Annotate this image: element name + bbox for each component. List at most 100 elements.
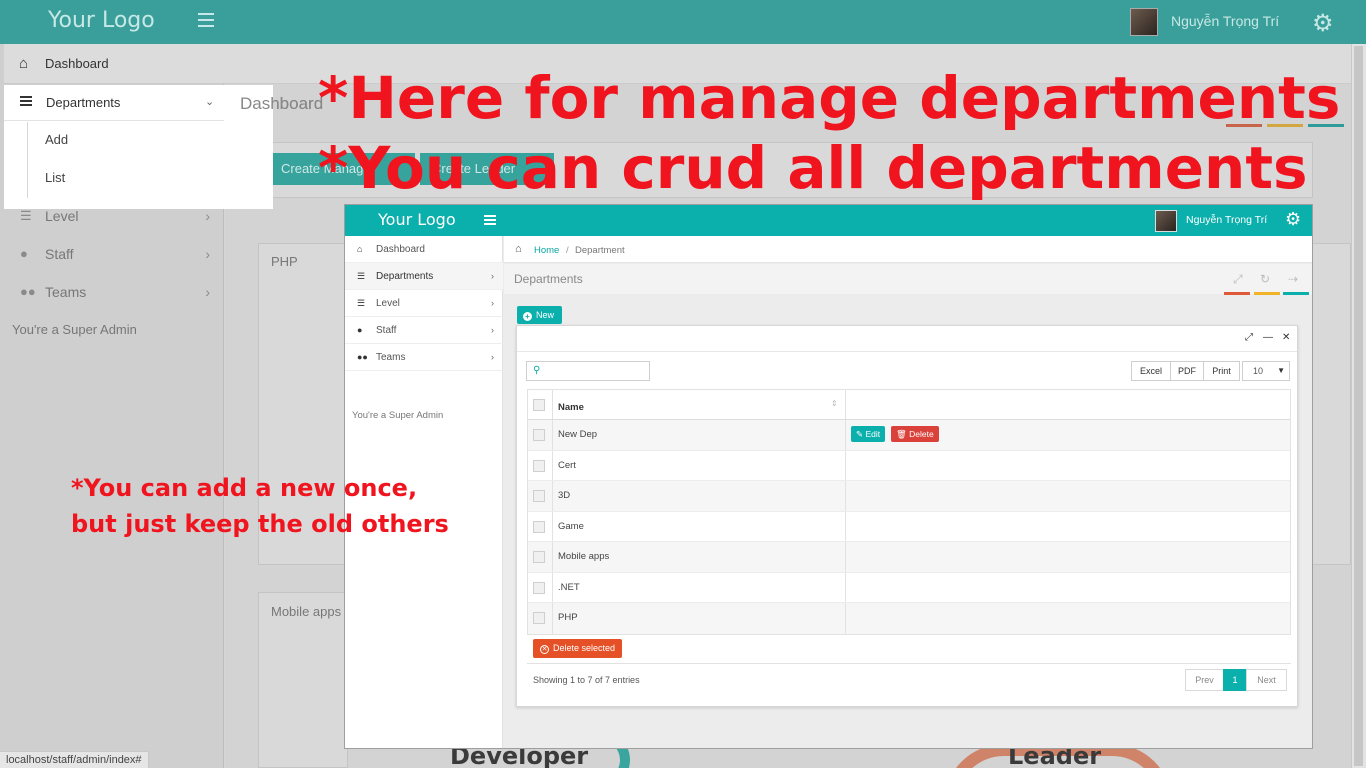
submenu-label: List xyxy=(45,170,66,185)
column-header-name[interactable]: Name xyxy=(558,402,584,413)
sidebar-item-label: Dashboard xyxy=(376,244,425,255)
export-excel-button[interactable]: Excel xyxy=(1131,361,1171,381)
row-checkbox[interactable] xyxy=(533,490,545,502)
pagination-next[interactable]: Next xyxy=(1246,669,1287,691)
sidebar-item-level[interactable]: ☰ Level › xyxy=(345,290,503,317)
expand-icon[interactable]: ⤢ xyxy=(1245,332,1253,343)
table-row[interactable]: Game xyxy=(528,511,1290,542)
column-divider xyxy=(845,481,846,511)
sidebar-item-teams[interactable]: ●● Teams › xyxy=(0,273,224,311)
row-checkbox[interactable] xyxy=(533,520,545,533)
chevron-right-icon: › xyxy=(205,246,210,262)
gear-icon[interactable]: ⚙ xyxy=(1312,9,1334,38)
delete-selected-button[interactable]: ✕ Delete selected xyxy=(533,639,623,658)
chevron-right-icon: › xyxy=(491,271,494,281)
user-icon: ● xyxy=(20,246,28,261)
row-checkbox[interactable] xyxy=(533,612,545,624)
page-size-select[interactable]: 10 ▼ xyxy=(1242,361,1290,381)
search-icon: ⚲ xyxy=(533,365,541,376)
sidebar-item-staff[interactable]: ● Staff › xyxy=(345,317,503,344)
sidebar-item-departments[interactable]: ☰ Departments › xyxy=(345,263,503,290)
annotation-add-new-line2: but just keep the old others xyxy=(71,510,449,538)
pagination-page-1[interactable]: 1 xyxy=(1223,669,1247,691)
table-row[interactable]: 3D xyxy=(528,481,1290,512)
departments-table: Name ⇕ New Dep ✎ Edit 🗑 Delete Cert 3D G… xyxy=(527,389,1291,635)
x-circle-icon: ✕ xyxy=(540,645,549,654)
list-icon: ☰ xyxy=(357,271,366,281)
list-icon xyxy=(20,96,32,106)
row-checkbox[interactable] xyxy=(533,459,545,472)
chevron-right-icon: › xyxy=(205,284,210,300)
entries-info: Showing 1 to 7 of 7 entries xyxy=(533,675,640,685)
color-bar xyxy=(1254,292,1280,295)
pagination-prev[interactable]: Prev xyxy=(1185,669,1224,691)
fullscreen-icon[interactable]: ⤢ xyxy=(1233,272,1243,287)
sidebar-item-dashboard[interactable]: Dashboard xyxy=(45,56,109,71)
bg-topbar: Your Logo Nguyễn Trọng Trí ⚙ xyxy=(0,0,1366,44)
column-divider xyxy=(552,572,553,602)
collapse-icon[interactable]: ⇢ xyxy=(1288,272,1298,286)
role-note: You're a Super Admin xyxy=(12,322,137,337)
table-row[interactable]: Cert xyxy=(528,450,1290,481)
select-all-checkbox[interactable] xyxy=(533,399,545,411)
user-name[interactable]: Nguyễn Trọng Trí xyxy=(1171,13,1279,29)
home-icon: ⌂ xyxy=(19,55,29,72)
bg-logo[interactable]: Your Logo xyxy=(48,8,155,33)
menu-toggle-icon[interactable] xyxy=(198,13,214,27)
sidebar-item-departments[interactable]: Departments ⌄ xyxy=(4,85,224,121)
color-bar xyxy=(1283,292,1309,295)
breadcrumb xyxy=(504,236,1312,263)
status-url: localhost/staff/admin/index# xyxy=(0,751,149,768)
sidebar-item-dashboard[interactable]: ⌂ Dashboard xyxy=(345,236,503,263)
row-checkbox[interactable] xyxy=(533,551,545,563)
breadcrumb-home-link[interactable]: Home xyxy=(534,245,559,256)
edit-button[interactable]: ✎ Edit xyxy=(851,426,886,442)
sidebar-item-label: Level xyxy=(45,208,79,224)
submenu-item-list[interactable]: List xyxy=(4,159,224,197)
annotation-crud-departments: *You can crud all departments xyxy=(318,134,1308,202)
sidebar-item-label: Staff xyxy=(376,325,397,336)
row-name: Game xyxy=(558,520,584,532)
user-icon: ● xyxy=(357,325,363,335)
table-row[interactable]: PHP xyxy=(528,603,1290,634)
breadcrumb-separator: / xyxy=(566,245,569,256)
sidebar-item-label: Level xyxy=(376,298,400,309)
column-divider xyxy=(552,420,553,450)
refresh-icon[interactable]: ↻ xyxy=(1260,272,1270,286)
table-row[interactable]: Mobile apps xyxy=(528,542,1290,573)
avatar[interactable] xyxy=(1155,210,1177,232)
sidebar-item-staff[interactable]: ● Staff › xyxy=(0,235,224,273)
delete-button[interactable]: 🗑 Delete xyxy=(891,426,939,442)
chevron-right-icon: › xyxy=(491,298,494,308)
table-row[interactable]: New Dep ✎ Edit 🗑 Delete xyxy=(528,420,1290,451)
annotation-manage-departments: *Here for manage departments xyxy=(318,64,1341,132)
column-divider xyxy=(845,390,846,419)
export-pdf-button[interactable]: PDF xyxy=(1170,361,1204,381)
page-size-value: 10 xyxy=(1253,366,1264,376)
inset-logo[interactable]: Your Logo xyxy=(378,210,456,229)
user-name[interactable]: Nguyễn Trọng Trí xyxy=(1186,214,1267,226)
sidebar-item-label: Teams xyxy=(376,352,406,363)
row-checkbox[interactable] xyxy=(533,581,545,594)
scrollbar-thumb[interactable] xyxy=(1354,46,1363,766)
column-divider xyxy=(845,420,846,450)
close-icon[interactable]: ✕ xyxy=(1282,332,1290,343)
chevron-right-icon: › xyxy=(491,352,494,362)
new-button[interactable]: + New xyxy=(517,306,563,324)
gear-icon[interactable]: ⚙ xyxy=(1285,209,1301,230)
sort-icon[interactable]: ⇕ xyxy=(831,399,838,408)
table-row[interactable]: .NET xyxy=(528,572,1290,603)
minimize-icon[interactable]: — xyxy=(1263,332,1273,343)
menu-toggle-icon[interactable] xyxy=(484,215,496,225)
sidebar-item-teams[interactable]: ●● Teams › xyxy=(345,344,503,371)
row-name: 3D xyxy=(558,490,571,501)
home-icon: ⌂ xyxy=(357,244,363,254)
submenu-item-add[interactable]: Add xyxy=(4,121,224,159)
avatar[interactable] xyxy=(1130,8,1158,36)
search-input[interactable]: ⚲ xyxy=(526,361,650,381)
row-name: New Dep xyxy=(558,429,598,440)
print-button[interactable]: Print xyxy=(1203,361,1240,381)
page-title-echo: Dashboard xyxy=(240,94,324,113)
row-checkbox[interactable] xyxy=(533,429,545,441)
row-name: Cert xyxy=(558,459,576,471)
